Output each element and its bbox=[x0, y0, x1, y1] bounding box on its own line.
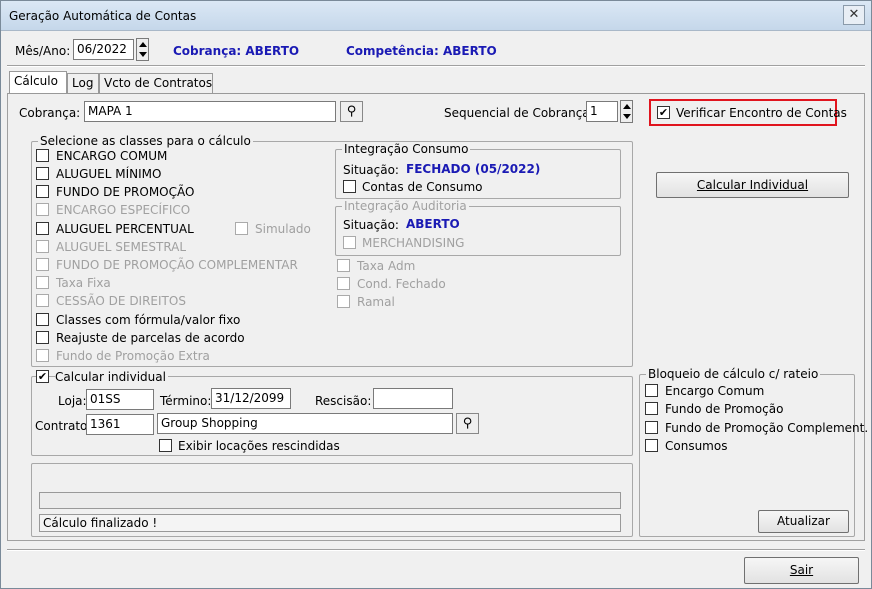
sequencial-spinner[interactable] bbox=[620, 100, 633, 123]
sequencial-input[interactable]: 1 bbox=[586, 101, 618, 122]
class-label: ALUGUEL PERCENTUAL bbox=[56, 222, 194, 236]
class-label: Fundo de Promoção Extra bbox=[56, 349, 210, 363]
contas-consumo-checkbox[interactable] bbox=[343, 180, 356, 193]
extra-label: Cond. Fechado bbox=[357, 277, 446, 291]
extra-label: Ramal bbox=[357, 295, 395, 309]
individual-title: Calcular individual bbox=[55, 370, 168, 384]
auditoria-situacao-label: Situação: bbox=[343, 218, 399, 232]
title-bar: Geração Automática de Contas ✕ bbox=[1, 1, 871, 31]
cobranca-status: Cobrança: ABERTO bbox=[173, 44, 300, 58]
consumo-situacao-value: FECHADO (05/2022) bbox=[406, 162, 541, 176]
integracao-consumo-title: Integração Consumo bbox=[342, 142, 471, 156]
contas-consumo-label: Contas de Consumo bbox=[362, 180, 483, 194]
class-checkbox[interactable] bbox=[36, 203, 49, 216]
class-checkbox[interactable] bbox=[36, 331, 49, 344]
status-message: Cálculo finalizado ! bbox=[39, 514, 621, 532]
exibir-rescindidas-label: Exibir locações rescindidas bbox=[178, 439, 340, 453]
contrato-label: Contrato: bbox=[35, 419, 92, 433]
sequencial-label: Sequencial de Cobrança: bbox=[444, 106, 594, 120]
class-label: FUNDO DE PROMOÇÃO bbox=[56, 185, 195, 199]
bloqueio-checkbox[interactable] bbox=[645, 384, 658, 397]
class-label: Classes com fórmula/valor fixo bbox=[56, 313, 241, 327]
calcular-individual-button[interactable]: Calcular Individual bbox=[656, 172, 849, 198]
extra-checkbox[interactable] bbox=[337, 295, 350, 308]
classes-title: Selecione as classes para o cálculo bbox=[38, 134, 253, 148]
class-checkbox[interactable] bbox=[36, 294, 49, 307]
contrato-name-input[interactable]: Group Shopping bbox=[157, 413, 453, 434]
class-label: CESSÃO DE DIREITOS bbox=[56, 294, 186, 308]
merchandising-label: MERCHANDISING bbox=[362, 236, 465, 250]
tab-log[interactable]: Log bbox=[67, 73, 99, 93]
bloqueio-label: Fundo de Promoção Complement. bbox=[665, 421, 869, 435]
main-window: Geração Automática de Contas ✕ Mês/Ano: … bbox=[0, 0, 872, 589]
binoculars-icon[interactable]: ⚲ bbox=[340, 101, 363, 122]
header-divider bbox=[7, 65, 865, 67]
loja-input[interactable]: 01SS bbox=[86, 389, 154, 410]
bloqueio-checkbox[interactable] bbox=[645, 402, 658, 415]
bloqueio-checkbox[interactable] bbox=[645, 421, 658, 434]
class-label: ALUGUEL MÍNIMO bbox=[56, 167, 162, 181]
class-checkbox[interactable] bbox=[36, 349, 49, 362]
class-checkbox[interactable] bbox=[36, 185, 49, 198]
loja-label: Loja: bbox=[58, 394, 87, 408]
footer-divider bbox=[7, 549, 865, 551]
class-label: ALUGUEL SEMESTRAL bbox=[56, 240, 187, 254]
verificar-label: Verificar Encontro de Contas bbox=[676, 106, 847, 120]
bloqueio-label: Fundo de Promoção bbox=[665, 402, 784, 416]
contrato-input[interactable]: 1361 bbox=[86, 414, 154, 435]
verificar-checkbox[interactable]: ✔ bbox=[657, 106, 670, 119]
merchandising-checkbox[interactable] bbox=[343, 236, 356, 249]
progress-bar bbox=[39, 492, 621, 509]
atualizar-button[interactable]: Atualizar bbox=[758, 510, 849, 533]
mes-ano-spinner[interactable] bbox=[136, 38, 149, 61]
extra-label: Taxa Adm bbox=[357, 259, 416, 273]
tab-calculo[interactable]: Cálculo bbox=[9, 71, 67, 93]
rescisao-label: Rescisão: bbox=[315, 394, 372, 408]
bloqueio-title: Bloqueio de cálculo c/ rateio bbox=[646, 367, 821, 381]
cobranca-input[interactable]: MAPA 1 bbox=[84, 101, 336, 122]
competencia-status: Competência: ABERTO bbox=[346, 44, 497, 58]
class-checkbox[interactable] bbox=[36, 258, 49, 271]
extra-checkbox[interactable] bbox=[337, 277, 350, 290]
binoculars-icon[interactable]: ⚲ bbox=[456, 413, 479, 434]
class-label: Taxa Fixa bbox=[56, 276, 111, 290]
class-label: Reajuste de parcelas de acordo bbox=[56, 331, 245, 345]
class-checkbox[interactable] bbox=[36, 167, 49, 180]
simulado-checkbox[interactable] bbox=[235, 222, 248, 235]
class-label: ENCARGO ESPECÍFICO bbox=[56, 203, 191, 217]
window-title: Geração Automática de Contas bbox=[9, 9, 197, 23]
mes-ano-input[interactable]: 06/2022 bbox=[73, 39, 134, 60]
rescisao-input[interactable] bbox=[373, 388, 453, 409]
cobranca-label: Cobrança: bbox=[19, 106, 81, 120]
class-checkbox[interactable] bbox=[36, 240, 49, 253]
close-button[interactable]: ✕ bbox=[843, 5, 865, 25]
class-checkbox[interactable] bbox=[36, 149, 49, 162]
class-checkbox[interactable] bbox=[36, 276, 49, 289]
exibir-rescindidas-checkbox[interactable] bbox=[159, 439, 172, 452]
bloqueio-checkbox[interactable] bbox=[645, 439, 658, 452]
termino-input[interactable]: 31/12/2099 bbox=[211, 388, 291, 409]
extra-checkbox[interactable] bbox=[337, 259, 350, 272]
simulado-label: Simulado bbox=[255, 222, 311, 236]
mes-ano-label: Mês/Ano: bbox=[15, 44, 71, 58]
class-label: ENCARGO COMUM bbox=[56, 149, 168, 163]
calcular-individual-checkbox[interactable]: ✔ bbox=[36, 370, 49, 383]
auditoria-situacao-value: ABERTO bbox=[406, 217, 460, 231]
tab-vcto-contratos[interactable]: Vcto de Contratos bbox=[99, 73, 213, 93]
consumo-situacao-label: Situação: bbox=[343, 163, 399, 177]
termino-label: Término: bbox=[160, 394, 212, 408]
sair-button[interactable]: Sair bbox=[744, 557, 859, 584]
bloqueio-label: Encargo Comum bbox=[665, 384, 765, 398]
class-checkbox[interactable] bbox=[36, 313, 49, 326]
integracao-auditoria-title: Integração Auditoria bbox=[342, 199, 469, 213]
class-label: FUNDO DE PROMOÇÃO COMPLEMENTAR bbox=[56, 258, 298, 272]
bloqueio-label: Consumos bbox=[665, 439, 728, 453]
class-checkbox[interactable] bbox=[36, 222, 49, 235]
